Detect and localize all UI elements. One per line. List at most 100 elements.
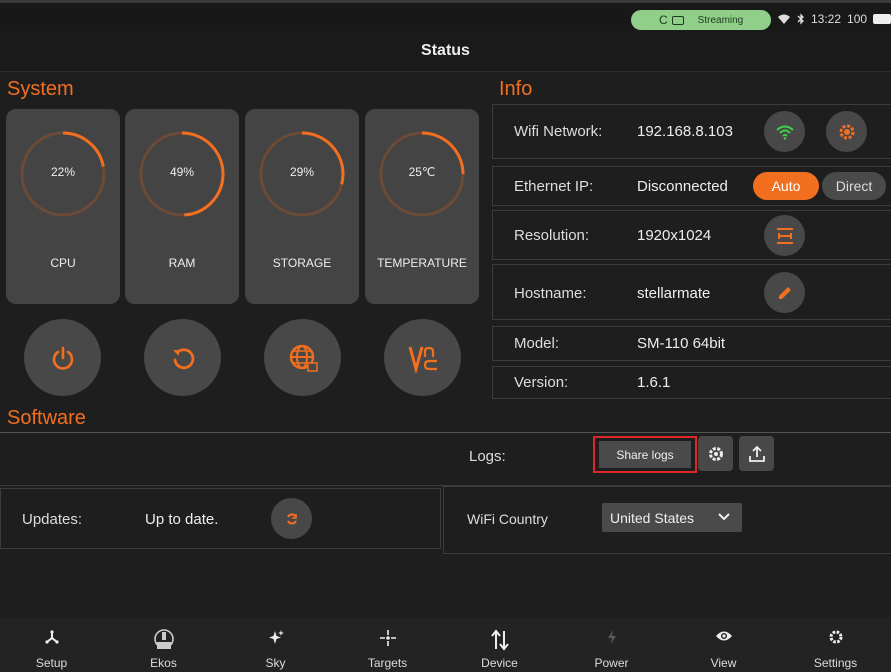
nav-sky-label: Sky [265,656,286,670]
targets-icon [332,629,443,652]
nav-settings[interactable]: Settings [780,617,891,672]
cpu-gauge-card: 22% CPU [6,109,120,304]
wifi-icon [775,125,794,140]
battery-icon [873,14,891,24]
ram-gauge-card: 49% RAM [125,109,239,304]
cpu-label: CPU [50,256,76,270]
resize-icon [776,227,793,244]
bottom-navigation: Setup Ekos Sky Targets Device Power View… [0,617,891,672]
ram-value: 49% [169,165,195,179]
gear-icon [708,446,723,461]
wifi-country-label: WiFi Country [467,511,548,527]
chevron-down-icon [718,513,730,521]
updates-label: Updates: [22,511,83,528]
web-manager-button[interactable] [264,319,341,396]
upload-icon [748,445,765,462]
software-heading: Software [7,407,86,429]
refresh-icon [286,513,297,524]
version-row: Version: 1.6.1 [492,366,891,399]
nav-power-label: Power [594,656,629,670]
resolution-row: Resolution: 1920x1024 [492,210,891,260]
view-icon [668,629,779,648]
info-heading: Info [499,78,533,100]
battery-level: 100 [847,12,868,26]
nav-targets[interactable]: Targets [332,617,443,672]
log-settings-button[interactable] [698,436,733,471]
wifi-network-label: Wifi Network: [514,123,603,140]
upload-logs-button[interactable] [739,436,774,471]
web-icon [289,344,318,372]
vnc-button[interactable] [384,319,461,396]
wifi-signal-icon [778,14,790,24]
system-heading: System [7,78,74,100]
ethernet-direct-button[interactable]: Direct [822,172,886,200]
ram-label: RAM [168,256,196,270]
check-updates-button[interactable] [271,498,312,539]
wifi-network-row: Wifi Network: 192.168.8.103 [492,104,891,159]
streaming-indicator[interactable]: C Streaming [631,10,771,30]
nav-sky[interactable]: Sky [220,617,331,672]
ethernet-ip-value: Disconnected [637,178,728,195]
ethernet-ip-row: Ethernet IP: Disconnected Auto Direct [492,166,891,206]
nav-setup[interactable]: Setup [0,617,107,672]
settings-icon [780,629,891,650]
restart-icon [172,347,194,369]
model-row: Model: SM-110 64bit [492,326,891,361]
setup-icon [0,629,107,650]
nav-power[interactable]: Power [556,617,667,672]
bluetooth-icon [797,13,804,25]
wifi-country-value: United States [610,510,695,526]
nav-device-label: Device [481,656,518,670]
wifi-country-box: WiFi Country United States [443,486,891,554]
gear-icon [839,124,854,139]
restart-button[interactable] [144,319,221,396]
camera-icon [671,15,684,25]
ethernet-ip-label: Ethernet IP: [514,178,594,195]
storage-label: STORAGE [272,256,332,270]
resolution-button[interactable] [764,215,805,256]
network-settings-button[interactable] [826,111,867,152]
temperature-label: TEMPERATURE [377,256,467,270]
resolution-label: Resolution: [514,227,590,244]
model-label: Model: [514,335,560,352]
hostname-row: Hostname: stellarmate [492,264,891,320]
wifi-network-value: 192.168.8.103 [637,123,733,140]
software-divider [0,432,891,433]
model-value: SM-110 64bit [637,335,726,352]
updates-value: Up to date. [145,511,219,528]
vnc-icon [408,346,437,373]
wifi-country-select[interactable]: United States [602,503,742,532]
temperature-value: 25℃ [408,165,436,179]
sky-icon [220,629,331,652]
nav-view[interactable]: View [668,617,779,672]
hostname-value: stellarmate [637,285,711,302]
nav-setup-label: Setup [35,656,68,670]
share-logs-highlight: Share logs [593,436,697,473]
share-logs-button[interactable]: Share logs [599,441,691,468]
nav-settings-label: Settings [813,656,858,670]
updates-box: Updates: Up to date. [0,488,441,549]
power-button[interactable] [24,319,101,396]
hostname-label: Hostname: [514,285,587,302]
temperature-gauge-card: 25℃ TEMPERATURE [365,109,479,304]
storage-gauge-card: 29% STORAGE [245,109,359,304]
pencil-icon [778,286,791,299]
title-bar: Status [0,30,891,72]
nav-ekos[interactable]: Ekos [108,617,219,672]
nav-ekos-label: Ekos [150,656,177,670]
nav-view-label: View [710,656,737,670]
streaming-c-label: C [659,13,668,27]
storage-value: 29% [289,165,315,179]
edit-hostname-button[interactable] [764,272,805,313]
wifi-button[interactable] [764,111,805,152]
device-icon [444,629,555,656]
nav-targets-label: Targets [367,656,408,670]
ethernet-auto-button[interactable]: Auto [753,172,819,200]
clock: 13:22 [811,12,842,26]
version-value: 1.6.1 [637,374,671,391]
page-title: Status [421,42,470,59]
version-label: Version: [514,374,569,391]
ekos-icon [108,629,219,656]
nav-device[interactable]: Device [444,617,555,672]
resolution-value: 1920x1024 [637,227,712,244]
